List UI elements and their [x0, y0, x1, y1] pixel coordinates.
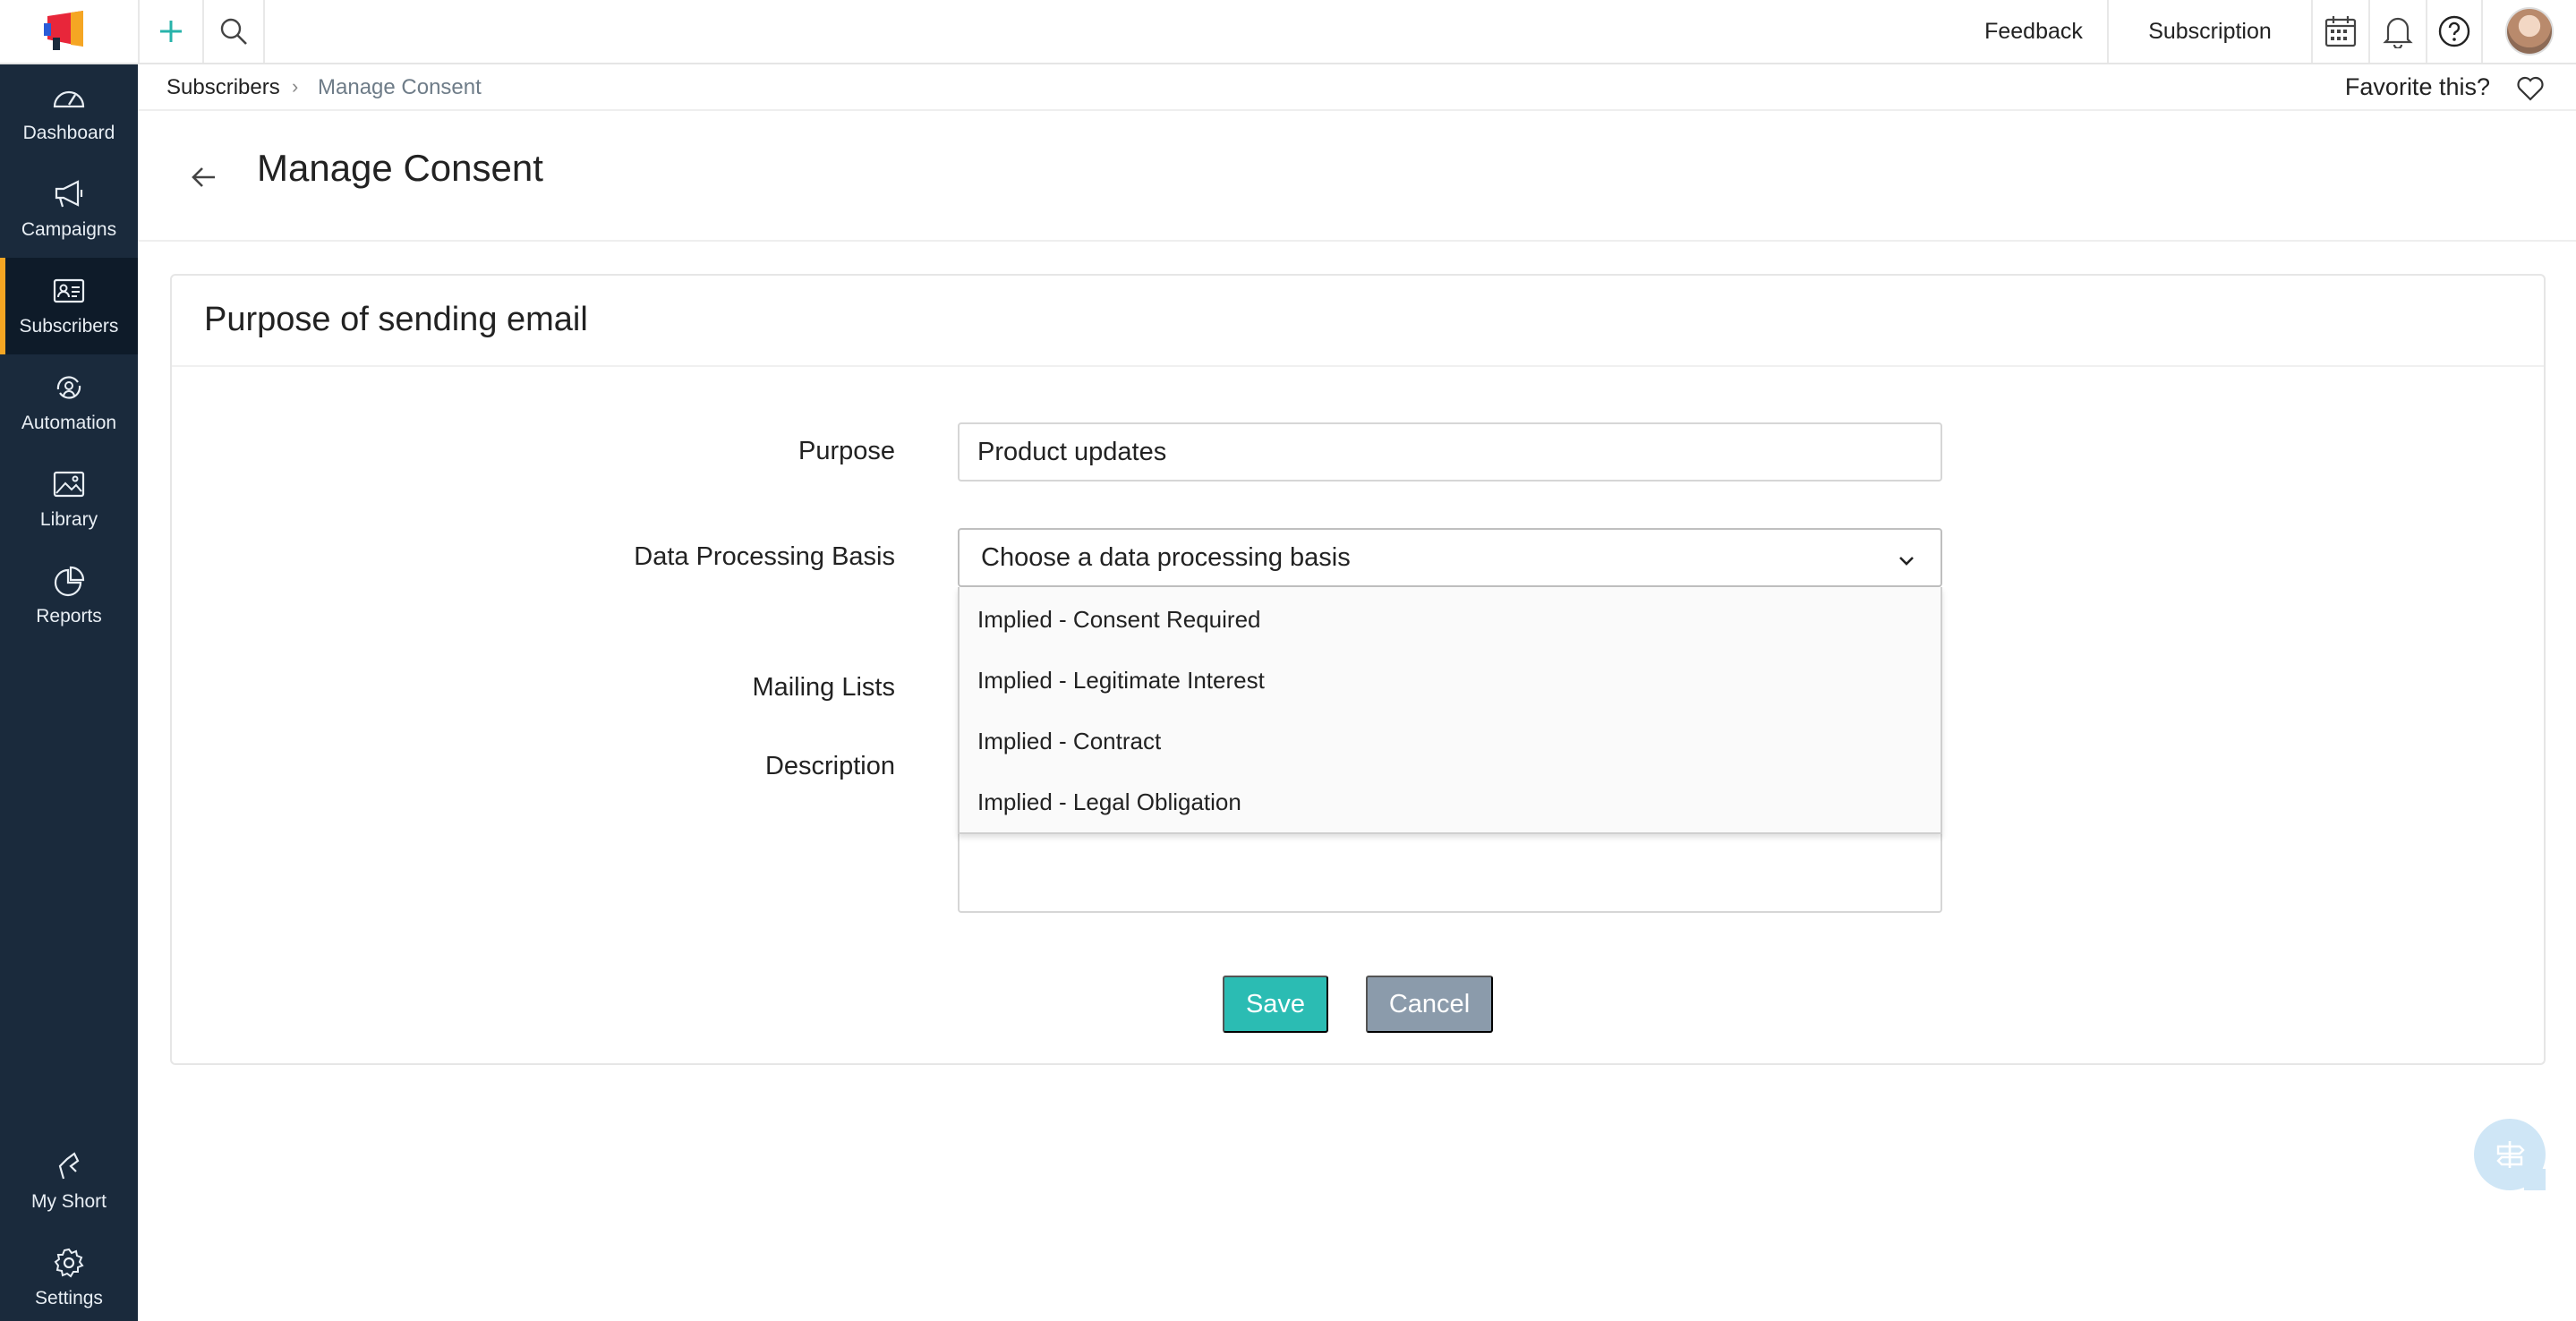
- signpost-icon: [2496, 1141, 2525, 1168]
- breadcrumb-separator: ›: [292, 75, 299, 98]
- breadcrumb-subscribers-link[interactable]: Subscribers: [166, 75, 280, 100]
- image-icon: [53, 471, 85, 498]
- dropdown-option[interactable]: Implied - Contract: [960, 711, 1941, 771]
- cancel-button[interactable]: Cancel: [1366, 976, 1493, 1033]
- sidebar-item-label: Settings: [35, 1288, 103, 1308]
- save-button[interactable]: Save: [1223, 976, 1328, 1033]
- avatar: [2505, 7, 2554, 55]
- sidebar-item-label: Automation: [21, 413, 117, 433]
- mailing-lists-label: Mailing Lists: [752, 673, 895, 702]
- shortcut-icon: [58, 1152, 80, 1180]
- page-header: Manage Consent: [138, 111, 2576, 242]
- description-label: Description: [764, 752, 895, 780]
- sidebar: Dashboard Campaigns Subscribers Automati…: [0, 64, 138, 1321]
- sidebar-item-dashboard[interactable]: Dashboard: [0, 64, 138, 161]
- user-avatar-button[interactable]: [2483, 0, 2576, 63]
- sidebar-item-subscribers[interactable]: Subscribers: [0, 258, 138, 354]
- app-logo[interactable]: [0, 0, 138, 63]
- data-processing-basis-label: Data Processing Basis: [634, 542, 895, 571]
- sidebar-item-settings[interactable]: Settings: [0, 1230, 138, 1321]
- megaphone-logo-icon: [44, 11, 83, 50]
- sidebar-item-label: Subscribers: [19, 316, 119, 337]
- heart-icon[interactable]: [2515, 73, 2546, 104]
- sidebar-item-label: Dashboard: [22, 123, 115, 143]
- purpose-input[interactable]: [958, 422, 1942, 482]
- create-button[interactable]: [138, 0, 204, 63]
- back-arrow-icon[interactable]: [188, 161, 220, 193]
- megaphone-icon: [55, 180, 83, 208]
- sidebar-item-reports[interactable]: Reports: [0, 548, 138, 644]
- top-bar: Feedback Subscription: [0, 0, 2576, 64]
- feedback-label: Feedback: [1984, 18, 2083, 44]
- sidebar-item-campaigns[interactable]: Campaigns: [0, 161, 138, 258]
- dropdown-option[interactable]: Implied - Legal Obligation: [960, 771, 1941, 832]
- card-header: Purpose of sending email: [172, 276, 2544, 367]
- sidebar-item-label: My Short: [30, 1191, 107, 1212]
- automation-icon: [56, 376, 81, 399]
- search-icon: [220, 18, 247, 45]
- dropdown-option[interactable]: Implied - Legitimate Interest: [960, 650, 1941, 711]
- help-button[interactable]: [2427, 0, 2483, 63]
- sidebar-item-my-short[interactable]: My Short: [0, 1133, 138, 1230]
- data-processing-basis-select[interactable]: Choose a data processing basis: [958, 528, 1942, 587]
- contact-card-icon: [53, 278, 85, 303]
- page-title: Manage Consent: [257, 147, 543, 189]
- breadcrumb: Subscribers › Manage Consent Favorite th…: [138, 64, 2576, 111]
- sidebar-item-label: Campaigns: [21, 219, 117, 240]
- breadcrumb-current: Manage Consent: [318, 75, 482, 99]
- notifications-button[interactable]: [2370, 0, 2427, 63]
- feedback-link[interactable]: Feedback: [1960, 0, 2109, 63]
- gear-icon: [54, 1248, 84, 1278]
- card-title: Purpose of sending email: [204, 301, 588, 338]
- sidebar-item-automation[interactable]: Automation: [0, 354, 138, 451]
- select-placeholder: Choose a data processing basis: [981, 542, 1351, 572]
- dashboard-gauge-icon: [53, 90, 85, 108]
- favorite-label[interactable]: Favorite this?: [2345, 73, 2490, 101]
- chevron-down-icon: [1899, 557, 1914, 566]
- search-button[interactable]: [204, 0, 265, 63]
- plus-icon: [160, 21, 182, 42]
- consent-form-card: Purpose of sending email Purpose Data Pr…: [170, 274, 2546, 1065]
- subscription-label: Subscription: [2148, 18, 2272, 44]
- sidebar-item-label: Library: [39, 509, 98, 530]
- purpose-label: Purpose: [798, 437, 895, 465]
- sidebar-item-library[interactable]: Library: [0, 451, 138, 548]
- calendar-icon: [2324, 16, 2357, 47]
- help-chat-button[interactable]: [2474, 1119, 2546, 1190]
- dropdown-option[interactable]: Implied - Consent Required: [960, 589, 1941, 650]
- calendar-button[interactable]: [2313, 0, 2370, 63]
- question-circle-icon: [2438, 15, 2470, 47]
- sidebar-item-label: Reports: [36, 606, 102, 626]
- pie-chart-icon: [54, 566, 85, 597]
- bell-icon: [2383, 17, 2413, 48]
- subscription-link[interactable]: Subscription: [2109, 0, 2313, 63]
- data-processing-basis-dropdown: Implied - Consent Required Implied - Leg…: [958, 587, 1942, 834]
